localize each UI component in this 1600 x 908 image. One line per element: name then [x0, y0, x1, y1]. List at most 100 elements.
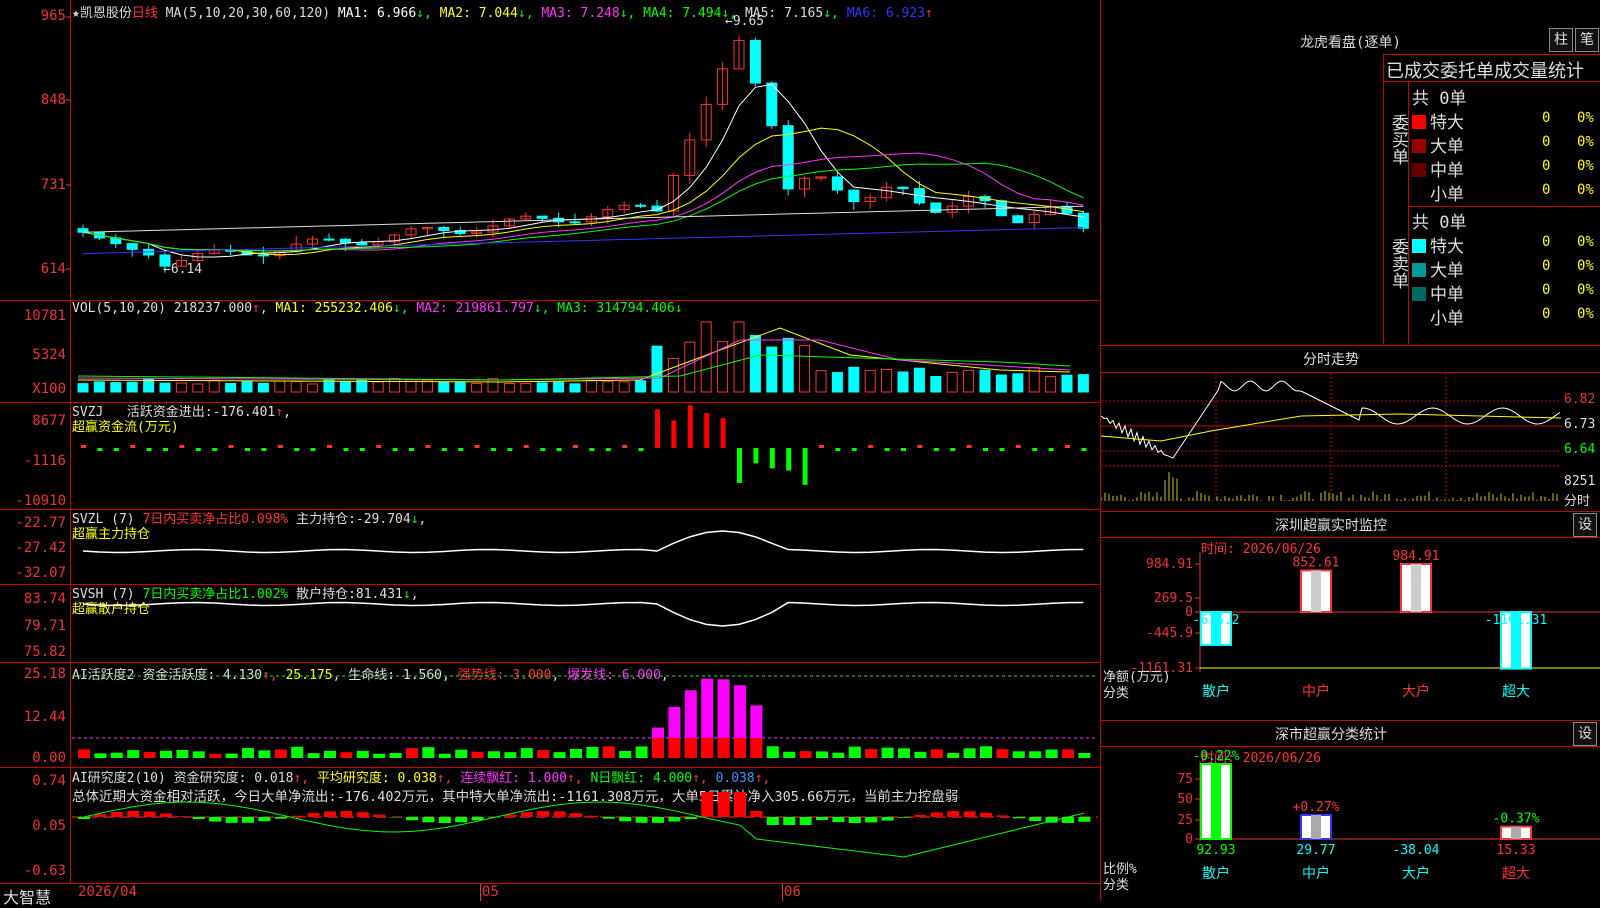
research-bar	[603, 817, 615, 819]
activity-bar	[636, 746, 648, 758]
activity-bar	[111, 753, 123, 758]
order-count: 0	[1542, 182, 1550, 198]
svsh-chart[interactable]	[0, 584, 1100, 662]
flow-dash	[360, 448, 365, 451]
flow-dash	[1065, 445, 1070, 448]
order-type: 中单	[1430, 285, 1464, 305]
research-bar	[340, 811, 352, 817]
research-bar	[750, 811, 762, 817]
kline-panel[interactable]: ★凯恩股份日线 MA(5,10,20,30,60,120) MA1: 6.966…	[0, 0, 1100, 301]
flow-dash	[983, 448, 988, 451]
activity-bar	[406, 748, 418, 758]
research-bar	[226, 817, 238, 823]
volume-bar	[849, 367, 859, 392]
ai-activity-chart[interactable]	[0, 662, 1100, 767]
flow-dash	[130, 445, 135, 448]
research-bar	[685, 817, 697, 819]
activity-bar	[340, 752, 352, 758]
monitor-panel[interactable]: 深圳超赢实时监控 设 时间: 2026/06/26 984.91269.50-4…	[1101, 512, 1600, 721]
activity-bar	[898, 748, 910, 758]
volume-bar	[964, 370, 974, 392]
order-row: 小单00%	[1412, 180, 1600, 204]
activity-bar	[816, 751, 828, 758]
ai-research-panel[interactable]: AI研究度2(10) 资金研究度: 0.018↑, 平均研究度: 0.038↑,…	[0, 767, 1100, 883]
activity-bar	[882, 748, 894, 758]
candle	[570, 222, 580, 223]
activity-bar	[800, 751, 812, 758]
flow-dash	[261, 448, 266, 451]
dragon-title: 龙虎看盘(逐单)	[1101, 32, 1600, 52]
volume-bar	[882, 369, 892, 392]
axis-label: 分类	[1103, 682, 1129, 701]
color-swatch	[1412, 287, 1426, 301]
dragon-header: 已成交委托单成交量统计	[1386, 57, 1600, 83]
flow-dash	[294, 448, 299, 451]
candle	[324, 239, 334, 240]
flow-dash	[458, 448, 463, 451]
activity-bar	[668, 738, 680, 758]
category-label: 大户	[1402, 865, 1430, 882]
svzl-chart[interactable]	[0, 509, 1100, 584]
volume-bar	[832, 373, 842, 392]
flow-dash	[179, 445, 184, 448]
research-bar	[619, 817, 631, 821]
bar-button[interactable]: 柱	[1549, 28, 1573, 52]
flow-dash	[327, 445, 332, 448]
research-bar	[636, 817, 648, 823]
research-bar	[570, 813, 582, 817]
change-label: -0.22%	[1193, 749, 1240, 764]
volume-chart[interactable]	[0, 300, 1100, 402]
intraday-panel[interactable]: 分时走势 6.82 6.73 6.64 8251 分时	[1101, 346, 1600, 512]
ai-activity-panel[interactable]: AI活跃度2 资金活跃度: 4.130↑, 25.175, 生命线: 1.560…	[0, 662, 1100, 768]
activity-bar	[193, 751, 205, 758]
buy-total: 共 0单	[1412, 84, 1466, 109]
value-label: 852.61	[1293, 555, 1340, 570]
dragon-table: 已成交委托单成交量统计 委买单 共 0单 特大00%大单00%中单00%小单00…	[1383, 54, 1600, 344]
research-bar	[111, 812, 123, 817]
activity-bar	[554, 752, 566, 758]
position-line	[83, 603, 1083, 626]
value-label: 984.91	[1393, 549, 1440, 564]
activity-bar	[931, 749, 943, 758]
y-label: 50	[1177, 792, 1193, 807]
flow-bar	[721, 418, 726, 448]
value-label: 29.77	[1296, 843, 1335, 858]
svzj-chart[interactable]	[0, 402, 1100, 509]
activity-bar	[1013, 751, 1025, 758]
monitor-chart[interactable]: 984.91269.50-445.9-1161.31-676.2散户852.61…	[1101, 512, 1600, 720]
volume-bar	[472, 384, 482, 392]
volume-panel[interactable]: VOL(5,10,20) 218237.000↑, MA1: 255232.40…	[0, 300, 1100, 403]
svsh-panel[interactable]: SVSH (7) 7日内买卖净占比1.002% 散户持仓:81.431↓, 超赢…	[0, 584, 1100, 663]
volume-bar	[193, 384, 203, 392]
order-button[interactable]: 笔	[1575, 28, 1599, 52]
candle	[767, 83, 777, 126]
research-bar	[914, 815, 926, 817]
flow-dash	[589, 448, 594, 451]
candle	[832, 177, 842, 190]
flow-dash	[524, 445, 529, 448]
research-bar	[144, 812, 156, 817]
candle	[258, 255, 268, 256]
order-row: 大单00%	[1412, 132, 1600, 156]
category-label: 大户	[1402, 683, 1430, 700]
order-type: 小单	[1430, 185, 1464, 205]
color-swatch	[1412, 163, 1426, 177]
flow-dash	[934, 448, 939, 451]
research-bar	[406, 817, 418, 820]
ai-research-chart[interactable]	[0, 767, 1100, 883]
color-swatch	[1412, 115, 1426, 129]
candle	[636, 205, 646, 206]
position-line	[83, 531, 1083, 552]
classify-panel[interactable]: 深市超赢分类统计 设 时间: 2026/06/26 7550250-0.22%9…	[1101, 721, 1600, 900]
svzj-panel[interactable]: SVZJ 活跃资金进出:-176.401↑, 超赢资金流(万元) 8677 -1…	[0, 402, 1100, 510]
chart-area[interactable]: ★凯恩股份日线 MA(5,10,20,30,60,120) MA1: 6.966…	[0, 0, 1100, 900]
x-label: 06	[784, 884, 801, 900]
intraday-chart[interactable]	[1101, 346, 1600, 511]
research-bar	[357, 812, 369, 817]
flow-dash	[1016, 445, 1021, 448]
volume-bar	[816, 371, 826, 392]
svzl-panel[interactable]: SVZL (7) 7日内买卖净占比0.098% 主力持仓:-29.704↓, 超…	[0, 509, 1100, 585]
kline-chart[interactable]	[0, 0, 1100, 300]
classify-chart[interactable]: 7550250-0.22%92.93散户+0.27%29.77中户-38.04大…	[1101, 721, 1600, 900]
candle	[898, 187, 908, 188]
